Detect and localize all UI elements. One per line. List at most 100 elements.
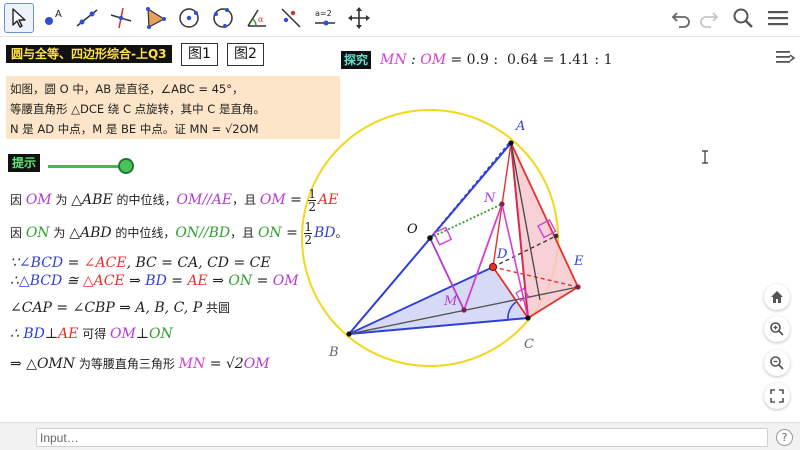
circle-three-points-icon: [213, 8, 233, 28]
point-label-c: C: [524, 337, 534, 352]
proof-bd: BD: [145, 273, 167, 289]
algebra-input-field[interactable]: [36, 428, 768, 447]
proof-mn: MN: [178, 356, 206, 372]
proof-text: 为等腰直角三角形: [75, 357, 179, 371]
proof-triangle-ace: △ACE: [82, 273, 125, 289]
home-icon: [771, 291, 783, 303]
proof-congruent: ≅: [62, 273, 83, 289]
slider-tool-button[interactable]: a=2: [310, 3, 340, 33]
point-m[interactable]: [461, 307, 467, 313]
proof-text: 的中位线，: [112, 193, 177, 207]
proof-om: OM: [110, 326, 136, 342]
proof-line-4: ∴△BCD ≅ △ACE ⇒ BD = AE ⇒ ON = OM: [10, 271, 299, 291]
proof-text: 为: [49, 226, 70, 240]
point-b[interactable]: [346, 331, 352, 337]
point-c[interactable]: [525, 315, 531, 321]
point-tool-button[interactable]: A: [38, 3, 68, 33]
perpendicular-line-icon: [110, 7, 132, 29]
segment-om-blue[interactable]: [429, 141, 511, 239]
input-help-icon[interactable]: ?: [776, 429, 793, 446]
proof-fraction-half: 12: [308, 188, 316, 213]
proof-on: ON: [149, 326, 173, 342]
move-view-tool-button[interactable]: [344, 3, 374, 33]
proof-eq: =: [252, 273, 273, 289]
main-menu-button[interactable]: [764, 5, 792, 31]
fullscreen-icon: [770, 389, 784, 403]
proof-triangle-bcd: △BCD: [18, 273, 63, 289]
hint-slider-track[interactable]: [48, 165, 126, 168]
line-tool-button[interactable]: [72, 3, 102, 33]
move-tool-button[interactable]: [4, 3, 34, 33]
explore-label: 探究: [341, 51, 372, 69]
graphics-view[interactable]: A B C D E O N M 圆与全等、四边形综合-上Q3 图1 图2 探究 …: [0, 37, 800, 422]
proof-line-5: ∠CAP = ∠CBP ⇒ A, B, C, P 共圆: [10, 298, 230, 318]
proof-on: ON: [228, 273, 253, 289]
proof-implies: ⇒: [124, 273, 146, 289]
proof-text: 为: [51, 193, 72, 207]
hint-slider-knob[interactable]: [118, 158, 134, 174]
figure-1-button[interactable]: 图1: [181, 43, 218, 66]
proof-line-1: 因 OM 为 △ABE 的中位线，OM//AE，且 OM = 1 2 AE: [10, 188, 338, 213]
style-bar-toggle[interactable]: [770, 44, 800, 70]
proof-om-parallel-ae: OM//AE: [176, 192, 233, 208]
undo-button[interactable]: [668, 5, 694, 31]
proof-om: OM: [25, 192, 52, 208]
redo-icon: [700, 12, 719, 28]
angle-icon: α: [247, 9, 266, 27]
point-label-n: N: [484, 191, 496, 206]
proof-eq: =: [281, 225, 303, 241]
point-p[interactable]: [553, 233, 559, 239]
move-arrows-icon: [348, 7, 370, 29]
search-icon: [733, 8, 753, 28]
polygon-tool-button[interactable]: [140, 3, 170, 33]
proof-concyclic-statement: ∠CAP = ∠CBP ⇒ A, B, C, P: [10, 300, 203, 316]
proof-text: 可得: [78, 327, 111, 341]
proof-line-2: 因 ON 为 △ABD 的中位线，ON//BD，且 ON = 1 2 BD。: [10, 221, 347, 246]
triangle-bcd-fill[interactable]: [349, 267, 528, 334]
circle-three-points-tool-button[interactable]: [208, 3, 238, 33]
point-o[interactable]: [427, 235, 433, 241]
proof-om: OM: [259, 192, 286, 208]
proof-perp: ⊥: [44, 326, 59, 342]
proof-perp: ⊥: [135, 326, 150, 342]
triangle-ace-fill[interactable]: [511, 143, 578, 318]
zoom-in-button[interactable]: [764, 316, 790, 342]
proof-text: 的中位线，: [111, 226, 176, 240]
point-d[interactable]: [488, 262, 498, 272]
circle-center-tool-button[interactable]: [174, 3, 204, 33]
home-button[interactable]: [764, 284, 790, 310]
proof-on: ON: [25, 225, 50, 241]
point-n[interactable]: [499, 201, 505, 207]
figure-2-button[interactable]: 图2: [227, 43, 264, 66]
search-button[interactable]: [730, 5, 756, 31]
title-label: 圆与全等、四边形综合-上Q3: [6, 45, 172, 63]
zoom-out-icon: [770, 356, 784, 370]
angle-tool-button[interactable]: α: [242, 3, 272, 33]
proof-ae: AE: [58, 326, 79, 342]
redo-button[interactable]: [696, 5, 722, 31]
zoom-out-button[interactable]: [764, 350, 790, 376]
polygon-icon: [146, 7, 166, 29]
proof-angle-ace: ∠ACE: [83, 255, 127, 271]
proof-sqrt2: = √2: [205, 356, 244, 372]
proof-eq: =: [63, 255, 84, 271]
point-label-e: E: [574, 254, 584, 269]
proof-text: 因: [10, 193, 26, 207]
proof-implies: ⇒: [207, 273, 229, 289]
fullscreen-button[interactable]: [764, 383, 790, 409]
proof-om: OM: [272, 273, 299, 289]
point-a[interactable]: [508, 140, 514, 146]
ratio-colon: :: [406, 52, 421, 68]
proof-triangle-abe: △ABE: [71, 192, 113, 208]
proof-triangle-abd: △ABD: [69, 225, 112, 241]
perpendicular-tool-button[interactable]: [106, 3, 136, 33]
proof-on: ON: [257, 225, 282, 241]
hamburger-menu-icon: [768, 11, 788, 26]
reflect-tool-button[interactable]: [276, 3, 306, 33]
proof-text: 。: [335, 226, 348, 240]
point-e[interactable]: [575, 284, 581, 290]
ratio-values: = 0.9 : 0.64 = 1.41 : 1: [446, 52, 613, 68]
problem-line-2: 等腰直角形 △DCE 绕 C 点旋转，其中 C 是直角。: [10, 102, 265, 116]
proof-therefore: ∴: [10, 273, 19, 289]
proof-ae: AE: [187, 273, 208, 289]
